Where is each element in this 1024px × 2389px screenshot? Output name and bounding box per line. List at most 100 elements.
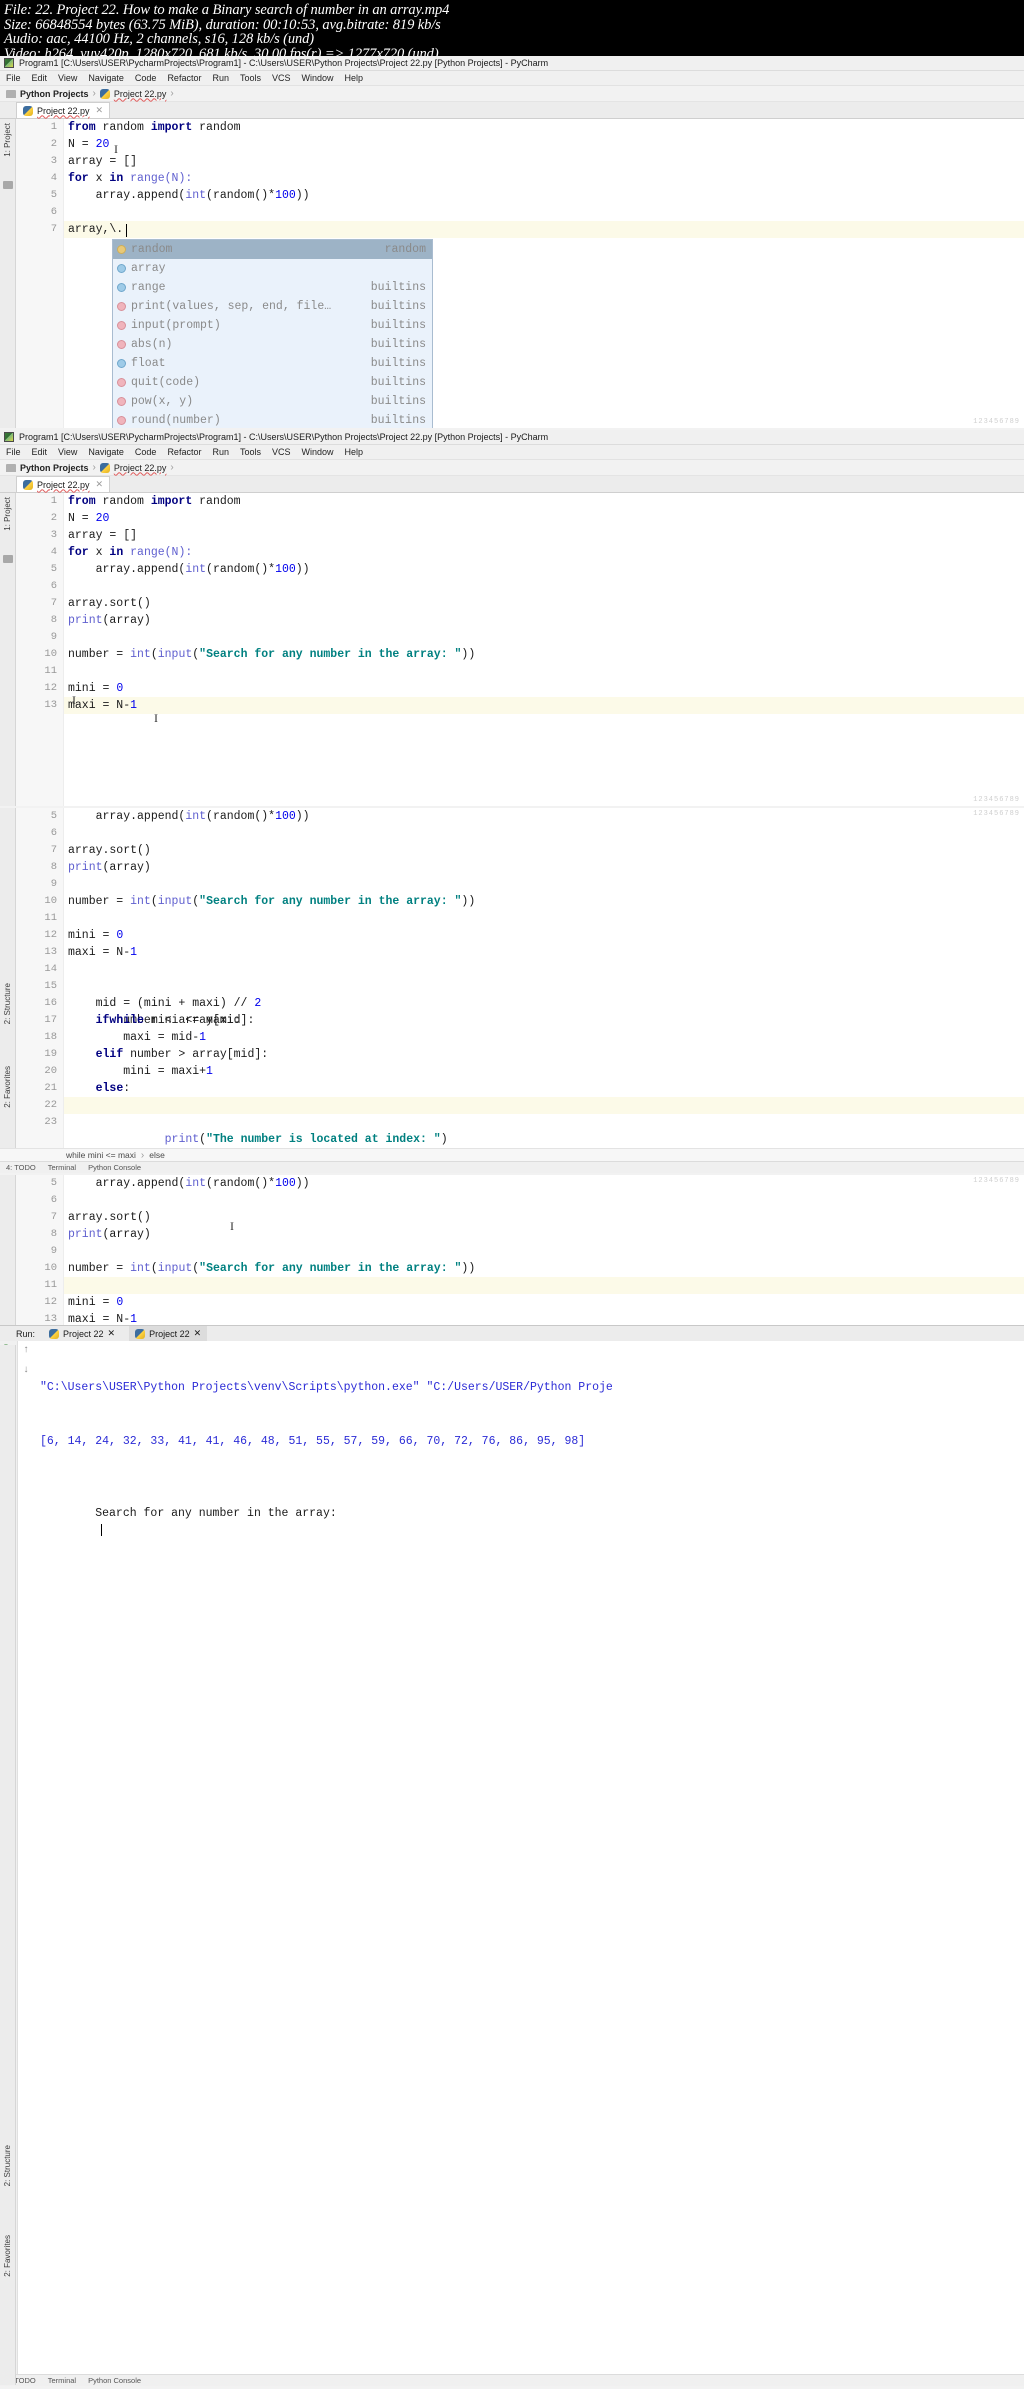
- line-number-gutter-4: 5 6 7 8 9 10 11 12 13: [16, 1175, 64, 1325]
- breadcrumb-separator-icon-2: ›: [170, 462, 174, 473]
- code-line: array.sort(): [68, 597, 151, 610]
- console-nav-column[interactable]: ↑ ↓: [18, 1341, 34, 2374]
- breadcrumb-1[interactable]: Python Projects › Project 22.py ›: [0, 86, 1024, 102]
- status-bar-3[interactable]: 4: TODO Terminal Python Console: [0, 1161, 1024, 1173]
- menu-item-tools[interactable]: Tools: [240, 447, 261, 457]
- menu-item-tools[interactable]: Tools: [240, 73, 261, 83]
- tool-window-structure-label[interactable]: 2: Structure: [3, 983, 12, 1024]
- menu-item-view[interactable]: View: [58, 73, 77, 83]
- pycharm-window-3: 2: Structure 2: Favorites 5 6 7 8 9 10 1…: [0, 808, 1024, 1175]
- line-number: 13: [44, 699, 57, 711]
- run-tool-window-header[interactable]: Run: Project 22 ✕ Project 22 ✕: [0, 1325, 1024, 1341]
- left-tool-strip-2[interactable]: 1: Project: [0, 493, 16, 806]
- close-icon[interactable]: ✕: [108, 1328, 116, 1339]
- menu-item-vcs[interactable]: VCS: [272, 73, 291, 83]
- close-icon[interactable]: ✕: [194, 1328, 202, 1339]
- project-folder-icon[interactable]: [3, 555, 13, 563]
- status-bar-4[interactable]: 4: TODO Terminal Python Console: [0, 2374, 1024, 2386]
- code-breadcrumb-else[interactable]: else: [149, 1150, 165, 1160]
- menu-item-file[interactable]: File: [6, 447, 21, 457]
- editor-3: 2: Structure 2: Favorites 5 6 7 8 9 10 1…: [0, 808, 1024, 1148]
- breadcrumb-project[interactable]: Python Projects: [20, 463, 89, 473]
- autocomplete-item[interactable]: random random: [113, 240, 432, 259]
- line-number: 13: [44, 946, 57, 958]
- menu-bar-1[interactable]: File Edit View Navigate Code Refactor Ru…: [0, 71, 1024, 86]
- code-area-3[interactable]: array.append(int(random()*100)) array.so…: [64, 808, 1024, 1148]
- breadcrumb-project[interactable]: Python Projects: [20, 89, 89, 99]
- code-area-4[interactable]: array.append(int(random()*100)) array.so…: [64, 1175, 1024, 1325]
- autocomplete-item[interactable]: abs(n) builtins: [113, 335, 432, 354]
- menu-item-file[interactable]: File: [6, 73, 21, 83]
- line-number: 15: [44, 980, 57, 992]
- close-icon[interactable]: ✕: [96, 105, 104, 116]
- autocomplete-item[interactable]: input(prompt) builtins: [113, 316, 432, 335]
- line-number: 21: [44, 1082, 57, 1094]
- status-python-console[interactable]: Python Console: [88, 1163, 141, 1172]
- breadcrumb-file[interactable]: Project 22.py: [114, 89, 167, 99]
- menu-item-edit[interactable]: Edit: [32, 447, 48, 457]
- run-console-output[interactable]: "C:\Users\USER\Python Projects\venv\Scri…: [34, 1219, 1024, 2374]
- autocomplete-item[interactable]: array: [113, 259, 432, 278]
- left-tool-strip-4[interactable]: [0, 1175, 16, 1325]
- menu-item-run[interactable]: Run: [212, 73, 229, 83]
- code-breadcrumb-while[interactable]: while mini <= maxi: [66, 1150, 136, 1160]
- autocomplete-item[interactable]: range builtins: [113, 278, 432, 297]
- status-terminal[interactable]: Terminal: [48, 1163, 76, 1172]
- run-tab-2[interactable]: Project 22 ✕: [129, 1326, 208, 1341]
- close-icon[interactable]: ✕: [96, 479, 104, 490]
- line-number: 12: [44, 929, 57, 941]
- menu-item-refactor[interactable]: Refactor: [167, 447, 201, 457]
- menu-item-run[interactable]: Run: [212, 447, 229, 457]
- menu-item-edit[interactable]: Edit: [32, 73, 48, 83]
- menu-item-vcs[interactable]: VCS: [272, 447, 291, 457]
- python-run-icon: [135, 1328, 146, 1339]
- autocomplete-popup[interactable]: random random array range builtins print…: [112, 239, 433, 428]
- tool-window-project-label[interactable]: 1: Project: [3, 123, 12, 157]
- left-tool-strip-3[interactable]: 2: Structure 2: Favorites: [0, 808, 16, 1148]
- menu-item-navigate[interactable]: Navigate: [88, 447, 124, 457]
- run-tab-1[interactable]: Project 22 ✕: [43, 1326, 121, 1341]
- tool-window-project-label[interactable]: 1: Project: [3, 497, 12, 531]
- menu-item-window[interactable]: Window: [302, 73, 334, 83]
- tool-window-structure-label[interactable]: 2: Structure: [3, 2145, 12, 2186]
- console-prompt-line[interactable]: Search for any number in the array:: [40, 1487, 1024, 1559]
- menu-item-code[interactable]: Code: [135, 447, 157, 457]
- project-folder-icon[interactable]: [3, 181, 13, 189]
- breadcrumb-2[interactable]: Python Projects › Project 22.py ›: [0, 460, 1024, 476]
- breadcrumb-file[interactable]: Project 22.py: [114, 463, 167, 473]
- left-tool-strip-bottom[interactable]: 2: Structure 2: Favorites: [0, 1345, 16, 2385]
- editor-tab-row-2[interactable]: Project 22.py ✕: [0, 476, 1024, 493]
- editor-tab-row-1[interactable]: Project 22.py ✕: [0, 102, 1024, 119]
- pycharm-window-1: Program1 [C:\Users\USER\PycharmProjects\…: [0, 56, 1024, 430]
- menu-item-code[interactable]: Code: [135, 73, 157, 83]
- scroll-down-icon[interactable]: ↓: [24, 1364, 29, 1375]
- menu-item-help[interactable]: Help: [345, 73, 364, 83]
- status-todo[interactable]: 4: TODO: [6, 1163, 36, 1172]
- autocomplete-item[interactable]: print(values, sep, end, file… builtins: [113, 297, 432, 316]
- tool-window-favorites-label[interactable]: 2: Favorites: [3, 1066, 12, 1108]
- menu-item-refactor[interactable]: Refactor: [167, 73, 201, 83]
- status-python-console[interactable]: Python Console: [88, 2376, 141, 2385]
- scroll-up-icon[interactable]: ↑: [24, 1344, 29, 1355]
- menu-item-view[interactable]: View: [58, 447, 77, 457]
- code-area-1[interactable]: from random import random N = 20 array =…: [64, 119, 1024, 428]
- autocomplete-item[interactable]: float builtins: [113, 354, 432, 373]
- function-icon: [117, 302, 126, 311]
- status-terminal[interactable]: Terminal: [48, 2376, 76, 2385]
- menu-item-window[interactable]: Window: [302, 447, 334, 457]
- window-title: Program1 [C:\Users\USER\PycharmProjects\…: [19, 432, 549, 442]
- autocomplete-item[interactable]: quit(code) builtins: [113, 373, 432, 392]
- code-area-2[interactable]: from random import random N = 20 array =…: [64, 493, 1024, 806]
- menu-bar-2[interactable]: File Edit View Navigate Code Refactor Ru…: [0, 445, 1024, 460]
- menu-item-help[interactable]: Help: [345, 447, 364, 457]
- autocomplete-item[interactable]: pow(x, y) builtins: [113, 392, 432, 411]
- tool-window-favorites-label[interactable]: 2: Favorites: [3, 2235, 12, 2277]
- menu-item-navigate[interactable]: Navigate: [88, 73, 124, 83]
- code-breadcrumb-bar-3[interactable]: while mini <= maxi › else: [0, 1148, 1024, 1161]
- editor-tab-project22[interactable]: Project 22.py ✕: [16, 102, 111, 118]
- autocomplete-item[interactable]: round(number) builtins: [113, 411, 432, 428]
- editor-tab-project22[interactable]: Project 22.py ✕: [16, 476, 111, 492]
- line-number: 11: [44, 1279, 57, 1291]
- left-tool-strip-1[interactable]: 1: Project: [0, 119, 16, 428]
